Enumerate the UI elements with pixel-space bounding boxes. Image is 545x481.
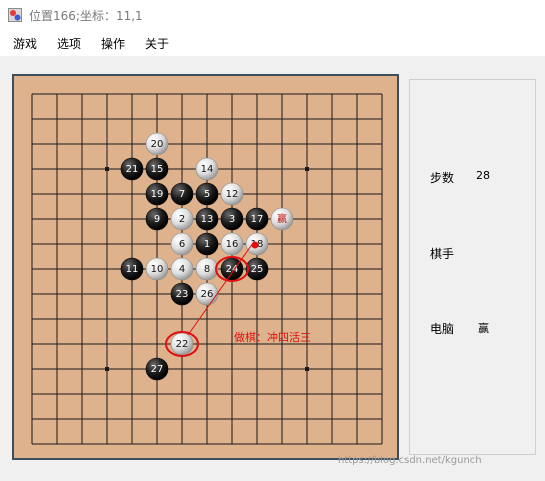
computer-label: 电脑 <box>430 322 455 336</box>
stone-number: 11 <box>126 264 139 275</box>
star-point <box>305 167 309 171</box>
stone-number: 9 <box>154 214 160 225</box>
board-canvas[interactable]: 1234567891011121314151617181920212223242… <box>14 76 397 458</box>
app-icon <box>8 8 22 22</box>
stone-number: 22 <box>176 339 189 350</box>
menu-about[interactable]: 关于 <box>145 35 169 52</box>
steps-value: 28 <box>476 169 490 182</box>
stone-number: 23 <box>176 289 189 300</box>
menu-actions[interactable]: 操作 <box>101 35 125 52</box>
last-move-marker <box>251 241 259 249</box>
star-point <box>105 167 109 171</box>
stone-number: 6 <box>179 239 185 250</box>
player-label: 棋手 <box>430 247 455 261</box>
steps-label: 步数 <box>430 171 455 185</box>
stone-number: 19 <box>151 189 164 200</box>
stone-number: 27 <box>151 364 164 375</box>
star-point <box>305 367 309 371</box>
stone-number: 16 <box>226 239 239 250</box>
title-bar: 位置166;坐标：11,1 <box>0 0 545 30</box>
stone-number: 8 <box>204 264 210 275</box>
stone-number: 17 <box>251 214 264 225</box>
window-title: 位置166;坐标：11,1 <box>29 9 143 23</box>
game-board[interactable]: 1234567891011121314151617181920212223242… <box>12 74 399 460</box>
stone-number: 2 <box>179 214 185 225</box>
stone-number: 13 <box>201 214 214 225</box>
stone-number: 25 <box>251 264 264 275</box>
computer-status: 赢 <box>478 322 489 335</box>
menu-options[interactable]: 选项 <box>57 35 81 52</box>
stone-number: 5 <box>204 189 210 200</box>
stone-number: 15 <box>151 164 164 175</box>
stone-number: 14 <box>201 164 214 175</box>
stone-number: 10 <box>151 264 164 275</box>
stone-number: 4 <box>179 264 185 275</box>
stone-number: 1 <box>204 239 210 250</box>
annotation-text: 做棋：冲四活三 <box>234 330 311 344</box>
stone-number: 21 <box>126 164 139 175</box>
watermark: https://blog.csdn.net/kgunch <box>338 455 482 466</box>
stone-number: 3 <box>229 214 235 225</box>
info-panel: 步数 28 棋手 电脑 赢 <box>409 79 536 455</box>
win-marker-label: 赢 <box>277 212 287 225</box>
stone-number: 12 <box>226 189 239 200</box>
star-point <box>105 367 109 371</box>
stone-number: 7 <box>179 189 185 200</box>
menu-bar: 游戏 选项 操作 关于 <box>0 30 545 56</box>
menu-game[interactable]: 游戏 <box>13 35 37 52</box>
stone-number: 20 <box>151 139 164 150</box>
stone-number: 26 <box>201 289 214 300</box>
